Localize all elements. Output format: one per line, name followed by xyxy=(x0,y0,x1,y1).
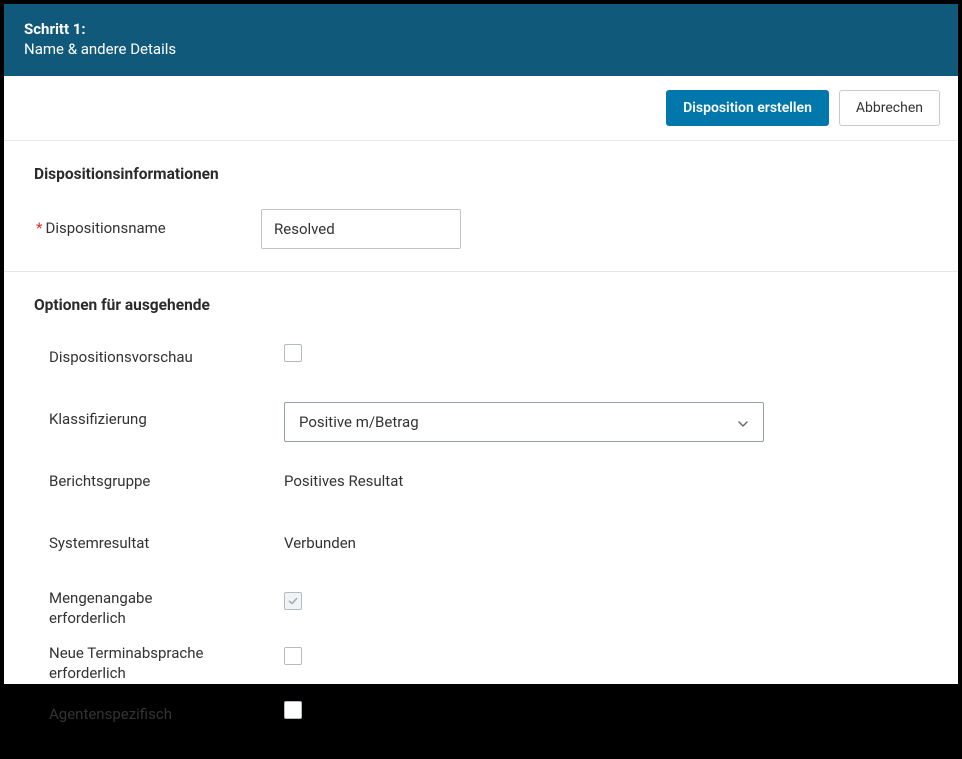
chevron-down-icon xyxy=(737,416,749,428)
create-disposition-button[interactable]: Disposition erstellen xyxy=(666,90,829,126)
dialog-window: Schritt 1: Name & andere Details Disposi… xyxy=(4,4,958,684)
mengenangabe-checkbox xyxy=(284,592,302,610)
row-vorschau: Dispositionsvorschau xyxy=(34,340,928,380)
step-subtitle: Name & andere Details xyxy=(24,40,938,58)
wizard-header: Schritt 1: Name & andere Details xyxy=(4,4,958,76)
agentenspezifisch-label: Agentenspezifisch xyxy=(34,697,284,723)
vorschau-checkbox[interactable] xyxy=(284,344,302,362)
section-title-outbound: Optionen für ausgehende xyxy=(34,296,928,314)
step-title: Schritt 1: xyxy=(24,20,938,38)
systemresultat-label: Systemresultat xyxy=(34,526,284,552)
required-indicator: * xyxy=(36,219,42,237)
klassifizierung-select[interactable]: Positive m/Betrag xyxy=(284,402,764,442)
section-disposition-info: Dispositionsinformationen *Dispositionsn… xyxy=(4,141,958,272)
klassifizierung-value: Positive m/Betrag xyxy=(299,413,419,431)
row-systemresultat: Systemresultat Verbunden xyxy=(34,526,928,566)
row-agentenspezifisch: Agentenspezifisch xyxy=(34,697,928,737)
vorschau-label: Dispositionsvorschau xyxy=(34,340,284,366)
klassifizierung-label: Klassifizierung xyxy=(34,402,284,428)
cancel-button[interactable]: Abbrechen xyxy=(839,90,940,126)
mengenangabe-label: Mengenangabe erforderlich xyxy=(34,588,204,629)
check-icon xyxy=(287,595,299,607)
berichtsgruppe-value: Positives Resultat xyxy=(284,464,403,490)
row-terminabsprache: Neue Terminabsprache erforderlich xyxy=(34,643,928,684)
row-klassifizierung: Klassifizierung Positive m/Betrag xyxy=(34,402,928,442)
row-dispositionsname: *Dispositionsname xyxy=(34,209,928,249)
row-berichtsgruppe: Berichtsgruppe Positives Resultat xyxy=(34,464,928,504)
agentenspezifisch-checkbox[interactable] xyxy=(284,701,302,719)
berichtsgruppe-label: Berichtsgruppe xyxy=(34,464,284,490)
dispositionsname-label: *Dispositionsname xyxy=(34,209,231,237)
row-mengenangabe: Mengenangabe erforderlich xyxy=(34,588,928,629)
action-bar: Disposition erstellen Abbrechen xyxy=(4,76,958,141)
systemresultat-value: Verbunden xyxy=(284,526,356,552)
section-title-info: Dispositionsinformationen xyxy=(34,165,928,183)
terminabsprache-label: Neue Terminabsprache erforderlich xyxy=(34,643,234,684)
dispositionsname-input[interactable] xyxy=(261,209,461,249)
section-outbound-options: Optionen für ausgehende Dispositionsvors… xyxy=(4,272,958,759)
terminabsprache-checkbox[interactable] xyxy=(284,647,302,665)
